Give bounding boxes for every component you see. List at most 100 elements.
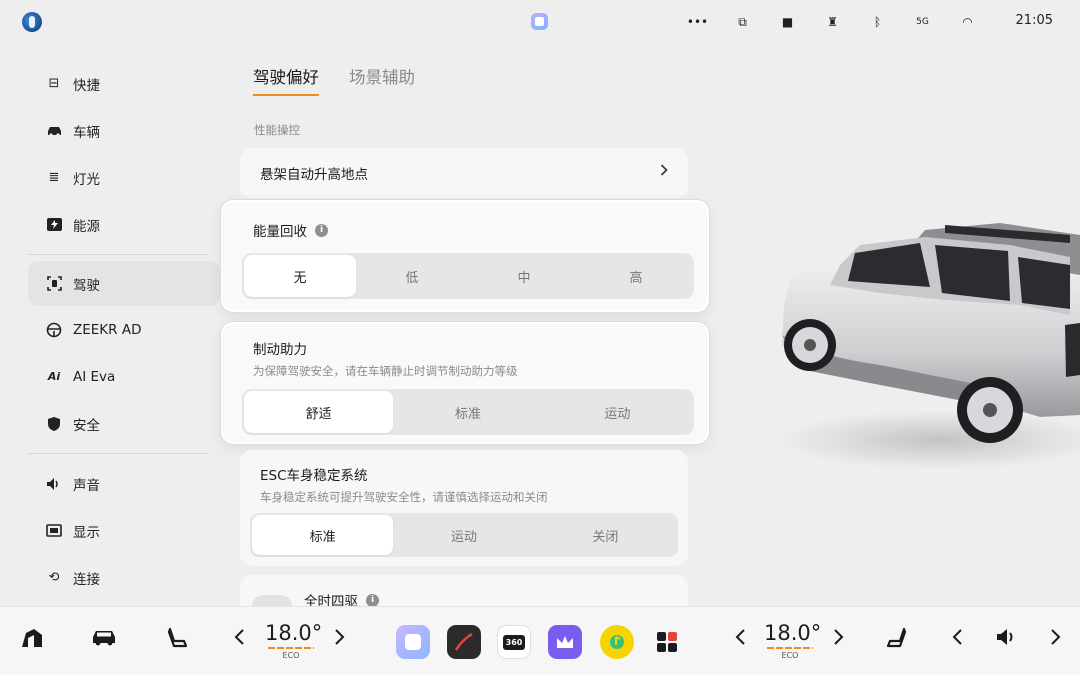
sidebar-item-zeekr-ad[interactable]: ZEEKR AD — [28, 306, 220, 353]
apps-grid-icon[interactable] — [650, 625, 684, 659]
sidebar-item-shortcuts[interactable]: ⊟ 快捷 — [28, 60, 220, 107]
esc-option-off[interactable]: 关闭 — [535, 515, 676, 555]
launcher-icon[interactable] — [531, 13, 548, 30]
navigation-app-icon[interactable] — [447, 625, 481, 659]
volume-icon[interactable] — [995, 627, 1019, 652]
energy-option-none[interactable]: 无 — [244, 255, 356, 297]
info-icon[interactable]: i — [366, 593, 379, 607]
brake-option-standard[interactable]: 标准 — [393, 391, 542, 433]
sidebar-item-vehicle[interactable]: 车辆 — [28, 107, 220, 154]
tower-icon: ♜ — [827, 15, 838, 29]
brake-option-comfort[interactable]: 舒适 — [244, 391, 394, 433]
wifi-icon: ◠ — [962, 15, 973, 29]
left-temp-increase-icon[interactable] — [334, 627, 346, 651]
sidebar-item-safety[interactable]: 安全 — [28, 400, 220, 447]
temp-level-bar — [767, 647, 813, 649]
camera-360-app-icon[interactable]: 360 — [497, 625, 531, 659]
right-temp-mode: ECO — [781, 651, 799, 660]
temp-level-bar — [268, 647, 314, 649]
sidebar-item-energy[interactable]: 能源 — [28, 201, 220, 248]
shield-icon — [45, 415, 63, 433]
sidebar-item-label: 能源 — [73, 218, 100, 235]
energy-option-low[interactable]: 低 — [356, 255, 468, 297]
screen-mirror-icon[interactable]: ⧉ — [720, 12, 765, 32]
sidebar-divider — [28, 254, 208, 255]
left-temp-mode: ECO — [282, 651, 300, 660]
esc-subtitle: 车身稳定系统可提升驾驶安全性，请谨慎选择运动和关闭 — [260, 490, 548, 504]
seat-icon[interactable] — [166, 627, 188, 654]
esc-segmented-control: 标准 运动 关闭 — [250, 513, 678, 557]
passenger-seat-icon[interactable] — [886, 627, 908, 654]
music-app-icon[interactable] — [600, 625, 634, 659]
sidebar-item-lights[interactable]: ≣ 灯光 — [28, 154, 220, 201]
energy-recovery-title: 能量回收 i — [253, 220, 328, 240]
esc-option-sport[interactable]: 运动 — [393, 515, 534, 555]
chevron-right-icon — [660, 164, 668, 180]
sidebar-item-driving[interactable]: 驾驶 — [28, 261, 220, 306]
sidebar-item-label: 显示 — [73, 524, 100, 541]
sidebar-item-label: 快捷 — [73, 77, 100, 94]
right-temp-decrease-icon[interactable] — [734, 627, 746, 651]
section-label-performance: 性能操控 — [254, 123, 300, 137]
launcher-app-icon[interactable] — [396, 625, 430, 659]
suspension-auto-raise-row[interactable]: 悬架自动升高地点 — [240, 148, 688, 198]
sidebar-item-label: 连接 — [73, 571, 100, 588]
display-icon — [45, 522, 63, 540]
more-dots-icon[interactable]: ••• — [675, 12, 720, 32]
zeekr-logo-icon[interactable] — [22, 12, 42, 32]
status-icons: ••• ⧉ ■ ♜ ᛒ 5G ◠ — [675, 12, 990, 32]
vehicle-image — [780, 223, 1080, 470]
left-temp-value: 18.0° — [265, 621, 323, 645]
esc-title: ESC车身稳定系统 — [260, 468, 368, 484]
crown-app-icon[interactable] — [548, 625, 582, 659]
esc-card: ESC车身稳定系统 车身稳定系统可提升驾驶安全性，请谨慎选择运动和关闭 标准 运… — [240, 450, 688, 566]
ai-icon: Ai — [47, 370, 61, 383]
esc-option-standard[interactable]: 标准 — [252, 515, 394, 555]
brake-assist-card: 制动助力 为保障驾驶安全，请在车辆静止时调节制动助力等级 舒适 标准 运动 — [221, 322, 709, 444]
volume-decrease-icon[interactable] — [951, 627, 963, 651]
right-temp-value: 18.0° — [764, 621, 822, 645]
tab-scene-assist[interactable]: 场景辅助 — [349, 64, 415, 96]
brake-assist-title: 制动助力 — [253, 342, 307, 358]
sidebar-item-label: 车辆 — [73, 124, 100, 141]
tab-driving-preference[interactable]: 驾驶偏好 — [253, 64, 319, 96]
clock: 21:05 — [1015, 13, 1053, 28]
sidebar-item-ai-eva[interactable]: Ai AI Eva — [28, 353, 220, 400]
brake-assist-subtitle: 为保障驾驶安全，请在车辆静止时调节制动助力等级 — [253, 364, 518, 378]
sidebar-divider — [28, 453, 208, 454]
vehicle-home-icon[interactable] — [20, 627, 44, 654]
car-control-icon[interactable] — [91, 627, 117, 651]
settings-sidebar: ⊟ 快捷 车辆 ≣ 灯光 能源 驾驶 ZEEKR AD Ai AI Eva 安全… — [28, 60, 220, 601]
brake-assist-segmented-control: 舒适 标准 运动 — [242, 389, 694, 435]
sidebar-item-label: 驾驶 — [73, 277, 100, 294]
status-bar: ••• ⧉ ■ ♜ ᛒ 5G ◠ 21:05 — [0, 0, 1080, 44]
sidebar-item-connection[interactable]: ⟲ 连接 — [28, 554, 220, 601]
sidebar-item-label: 灯光 — [73, 171, 100, 188]
sidebar-item-label: ZEEKR AD — [73, 321, 142, 338]
volume-increase-icon[interactable] — [1050, 627, 1062, 651]
brake-option-sport[interactable]: 运动 — [543, 391, 692, 433]
info-icon[interactable]: i — [315, 223, 328, 237]
energy-recovery-segmented-control: 无 低 中 高 — [242, 253, 694, 299]
sidebar-item-sound[interactable]: 声音 — [28, 460, 220, 507]
energy-option-medium[interactable]: 中 — [468, 255, 580, 297]
left-temperature[interactable]: 18.0° ECO — [265, 621, 323, 660]
driving-icon — [45, 275, 63, 293]
link-icon: ⟲ — [48, 570, 60, 585]
energy-option-high[interactable]: 高 — [580, 255, 692, 297]
sidebar-item-display[interactable]: 显示 — [28, 507, 220, 554]
sidebar-item-label: 安全 — [73, 417, 100, 434]
right-temperature[interactable]: 18.0° ECO — [764, 621, 822, 660]
left-temp-decrease-icon[interactable] — [233, 627, 245, 651]
bottom-dock: 18.0° ECO 360 18.0° ECO — [0, 606, 1080, 675]
suspension-label: 悬架自动升高地点 — [260, 167, 368, 183]
settings-tabs: 驾驶偏好 场景辅助 — [253, 64, 415, 96]
energy-recovery-card: 能量回收 i 无 低 中 高 — [221, 200, 709, 312]
car-icon — [45, 122, 63, 140]
sidebar-item-label: AI Eva — [73, 368, 116, 385]
energy-icon — [45, 216, 63, 234]
camera-icon[interactable]: ■ — [765, 12, 810, 32]
right-temp-increase-icon[interactable] — [833, 627, 845, 651]
toggle-icon: ⊟ — [48, 76, 60, 91]
signal-5g-icon: 5G — [916, 17, 929, 27]
